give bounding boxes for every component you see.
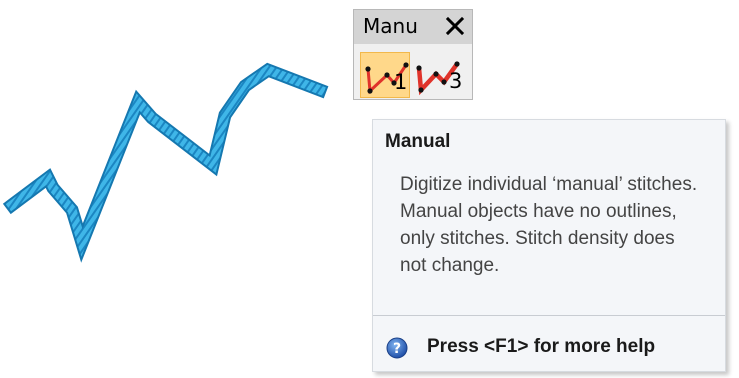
- tooltip-divider: [373, 315, 725, 316]
- tooltip-title: Manual: [385, 131, 451, 152]
- tool-number: 3: [449, 69, 463, 93]
- manual-tooltip: Manual Digitize individual ‘manual’ stit…: [372, 119, 726, 372]
- svg-text:?: ?: [393, 341, 401, 357]
- close-icon[interactable]: [442, 13, 468, 39]
- toolbar-titlebar[interactable]: Manu: [354, 10, 472, 44]
- design-canvas[interactable]: Manu 1 3 Manual Digitize individual ‘man…: [0, 0, 739, 378]
- manual-3-button[interactable]: 3: [414, 52, 464, 98]
- manual-1-button[interactable]: 1: [360, 52, 410, 98]
- tool-number: 1: [394, 70, 408, 94]
- toolbar-title: Manu: [363, 14, 418, 38]
- help-icon: ?: [386, 337, 408, 359]
- help-link[interactable]: Press <F1> for more help: [427, 336, 655, 358]
- tooltip-description: Digitize individual ‘manual’ stitches. M…: [400, 174, 698, 276]
- manual-toolbar: Manu 1 3: [353, 9, 473, 100]
